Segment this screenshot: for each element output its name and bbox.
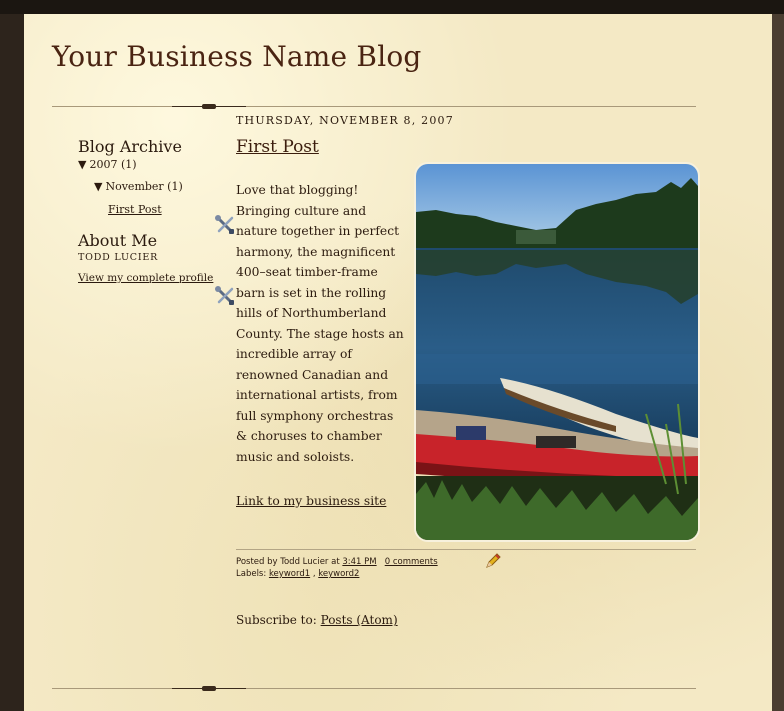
post-title-link[interactable]: First Post — [236, 137, 319, 157]
label-keyword1[interactable]: keyword1 — [269, 569, 310, 579]
post-footer-rule — [236, 549, 696, 550]
triangle-down-icon[interactable]: ▼ — [78, 158, 86, 171]
archive-year-item[interactable]: ▼ 2007 (1) — [78, 158, 137, 171]
profile-link[interactable]: View my complete profile — [78, 272, 213, 284]
pencil-icon[interactable] — [484, 552, 502, 570]
archive-month-label[interactable]: November (1) — [105, 180, 182, 193]
triangle-down-icon[interactable]: ▼ — [94, 180, 102, 193]
label-keyword2[interactable]: keyword2 — [318, 569, 359, 579]
page-right-edge — [772, 14, 784, 711]
author-name: TODD LUCIER — [78, 252, 159, 263]
post-byline: Posted by Todd Lucier at 3:41 PM 0 comme… — [236, 557, 438, 567]
post-date: THURSDAY, NOVEMBER 8, 2007 — [236, 114, 454, 127]
post-body-text: Love that blogging! Bringing culture and… — [236, 183, 404, 464]
lake-canoes-image — [416, 164, 698, 540]
comments-link[interactable]: 0 comments — [385, 557, 438, 567]
subscribe-line: Subscribe to: Posts (Atom) — [236, 613, 398, 627]
archive-post-link[interactable]: First Post — [108, 203, 162, 216]
subscribe-prefix: Subscribe to: — [236, 613, 317, 627]
header-divider — [52, 104, 696, 109]
wrench-screwdriver-icon[interactable] — [214, 214, 236, 236]
archive-month-item[interactable]: ▼ November (1) — [94, 180, 183, 193]
footer-divider — [52, 686, 696, 691]
window-top-bar — [0, 0, 784, 14]
blog-title[interactable]: Your Business Name Blog — [52, 40, 422, 73]
subscribe-atom-link[interactable]: Posts (Atom) — [321, 613, 398, 627]
about-me-heading: About Me — [78, 231, 158, 250]
divider-ornament — [172, 104, 246, 109]
divider-ornament — [172, 686, 246, 691]
blog-archive-heading: Blog Archive — [78, 137, 182, 156]
posted-by-text: Posted by Todd Lucier at — [236, 557, 340, 567]
label-separator: , — [312, 569, 316, 579]
post-time-link[interactable]: 3:41 PM — [342, 557, 376, 567]
labels-prefix: Labels: — [236, 569, 267, 579]
archive-year-label[interactable]: 2007 (1) — [89, 158, 136, 171]
post-labels: Labels: keyword1 , keyword2 — [236, 569, 359, 579]
post-photo[interactable] — [414, 162, 700, 542]
wrench-screwdriver-icon[interactable] — [214, 285, 236, 307]
business-site-link[interactable]: Link to my business site — [236, 494, 386, 508]
